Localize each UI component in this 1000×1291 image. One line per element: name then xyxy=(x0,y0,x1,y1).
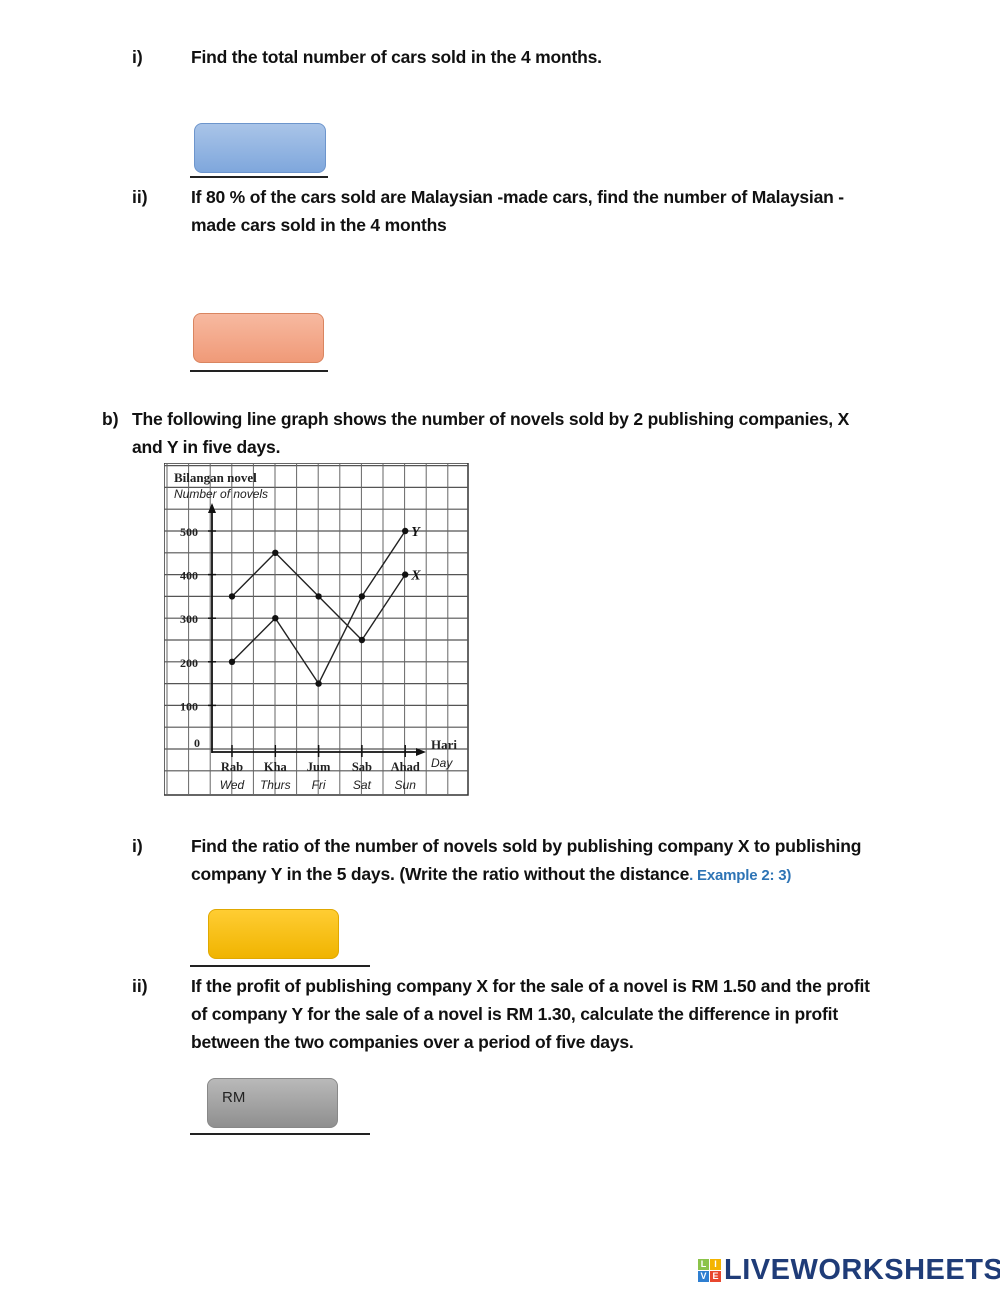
question-text: company Y in the 5 days. (Write the rati… xyxy=(191,864,690,884)
data-point-X xyxy=(358,636,366,644)
data-point-X xyxy=(272,549,279,556)
question-text-line1: If 80 % of the cars sold are Malaysian -… xyxy=(191,187,844,207)
data-point-Y xyxy=(402,527,409,535)
answer-underline xyxy=(190,1133,370,1135)
answer-underline xyxy=(190,965,370,967)
x-axis-title-en: Day xyxy=(431,756,453,770)
x-tick-label-en: Wed xyxy=(220,778,245,792)
x-tick-label: Ahad xyxy=(391,760,420,774)
y-tick-label: 100 xyxy=(180,699,198,713)
question-text-line2: made cars sold in the 4 months xyxy=(191,215,447,235)
question-text-line1: The following line graph shows the numbe… xyxy=(132,409,850,429)
x-tick-label: Kha xyxy=(264,760,288,774)
question-number: b) xyxy=(102,409,119,429)
logo-text: LIVEWORKSHEETS xyxy=(724,1254,1000,1286)
x-tick-label: Sab xyxy=(352,760,372,774)
x-tick-label-en: Thurs xyxy=(260,778,291,792)
answer-underline xyxy=(190,370,328,372)
series-label-Y: Y xyxy=(411,525,421,540)
x-axis-title: Hari xyxy=(431,737,457,752)
question-number: i) xyxy=(132,836,143,856)
y-tick-label: 400 xyxy=(180,569,198,583)
question-number: ii) xyxy=(132,187,148,207)
question-text-line2: company Y in the 5 days. (Write the rati… xyxy=(191,860,791,890)
example-hint: . Example 2: 3) xyxy=(689,867,792,884)
logo-cell: V xyxy=(698,1271,709,1282)
answer-underline xyxy=(190,176,328,178)
data-point-Y xyxy=(358,593,366,600)
logo-cell: I xyxy=(710,1259,721,1270)
question-number: i) xyxy=(132,47,143,67)
liveworksheets-logo: L I V E LIVEWORKSHEETS xyxy=(698,1254,1000,1287)
novels-line-chart: Bilangan novel Number of novels Hari Day… xyxy=(164,463,469,796)
x-tick-label-en: Fri xyxy=(312,778,326,792)
data-point-Y xyxy=(272,615,279,622)
y-tick-label: 500 xyxy=(180,525,198,539)
question-text-line1: Find the ratio of the number of novels s… xyxy=(191,836,862,856)
question-text-line1: If the profit of publishing company X fo… xyxy=(191,976,870,996)
y-axis-title: Bilangan novel xyxy=(174,470,257,485)
data-point-Y xyxy=(228,658,236,665)
question-text-line3: between the two companies over a period … xyxy=(191,1032,634,1052)
answer-input-malaysian-cars[interactable] xyxy=(193,313,324,363)
series-label-X: X xyxy=(410,569,421,584)
logo-icon: L I V E xyxy=(698,1259,721,1282)
data-point-X xyxy=(228,593,236,600)
x-tick-label: Jum xyxy=(307,760,331,774)
logo-cell: L xyxy=(698,1259,709,1270)
answer-input-total-cars[interactable] xyxy=(194,123,326,173)
data-point-Y xyxy=(315,680,322,687)
currency-prefix: RM xyxy=(222,1089,246,1106)
data-point-X xyxy=(315,593,322,600)
y-tick-label: 0 xyxy=(194,736,200,750)
y-tick-label: 300 xyxy=(180,612,198,626)
question-number: ii) xyxy=(132,976,148,996)
answer-input-ratio[interactable] xyxy=(208,909,339,959)
question-text-line2: of company Y for the sale of a novel is … xyxy=(191,1004,838,1024)
data-point-X xyxy=(402,571,409,578)
question-text-line2: and Y in five days. xyxy=(132,437,281,457)
logo-cell: E xyxy=(710,1271,721,1282)
y-tick-label: 200 xyxy=(180,656,198,670)
answer-input-profit-difference[interactable]: RM xyxy=(207,1078,338,1128)
x-tick-label-en: Sun xyxy=(395,778,417,792)
y-axis-title-en: Number of novels xyxy=(174,487,268,501)
x-tick-label-en: Sat xyxy=(353,778,372,792)
x-tick-label: Rab xyxy=(221,760,243,774)
question-text: Find the total number of cars sold in th… xyxy=(191,47,602,67)
